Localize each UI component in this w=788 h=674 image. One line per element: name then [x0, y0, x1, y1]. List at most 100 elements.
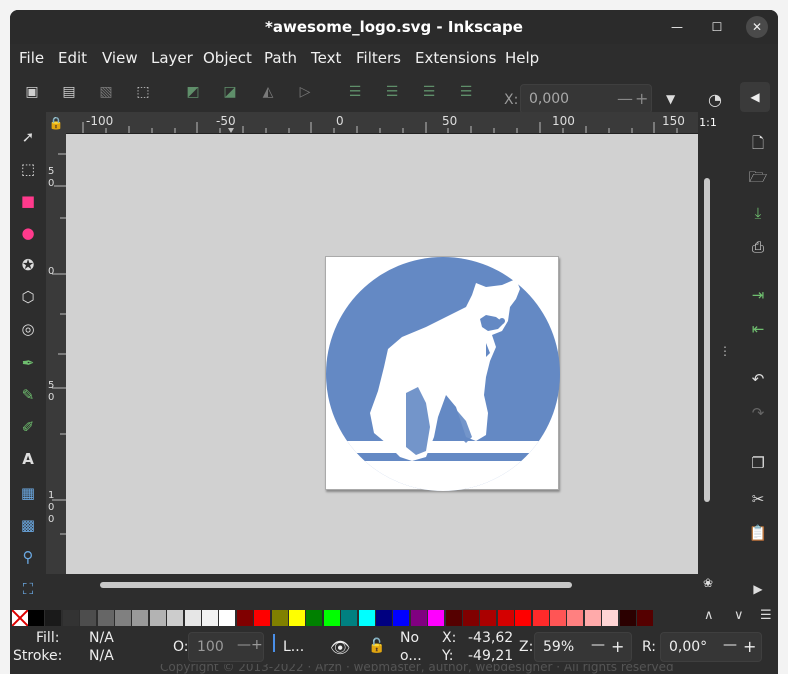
color-swatch[interactable] [219, 610, 236, 626]
vertical-scrollbar[interactable] [698, 134, 718, 574]
menu-object[interactable]: Object [203, 49, 252, 67]
node-tool-icon[interactable]: ⬚ [17, 158, 39, 180]
plus-icon[interactable]: + [251, 637, 263, 653]
color-swatch[interactable] [97, 610, 114, 626]
paste-icon[interactable]: 📋 [747, 522, 769, 544]
select-all-icon[interactable]: ▣ [22, 82, 42, 102]
menu-extensions[interactable]: Extensions [415, 49, 496, 67]
deselect-icon[interactable]: ▧ [96, 82, 116, 102]
cut-icon[interactable]: ✂ [747, 488, 769, 510]
print-icon[interactable]: ⎙ [747, 236, 769, 258]
close-button[interactable]: ✕ [746, 16, 768, 38]
color-swatch[interactable] [480, 610, 497, 626]
import-icon[interactable]: ⇥ [747, 284, 769, 306]
snap-panel-toggle-button[interactable]: ◀ [740, 82, 770, 112]
color-swatch[interactable] [62, 610, 79, 626]
plus-icon[interactable]: + [635, 89, 648, 108]
star-tool-icon[interactable]: ✪ [17, 254, 39, 276]
more-commands-icon[interactable]: ▶ [747, 578, 769, 600]
color-swatch[interactable] [28, 610, 44, 626]
snap-icon[interactable]: ◔ [708, 90, 722, 109]
color-swatch[interactable] [149, 610, 166, 626]
x-coordinate-field[interactable]: 0,000 — + [520, 84, 652, 114]
menu-file[interactable]: File [19, 49, 44, 67]
palette-scroll-up-icon[interactable]: ∧ [704, 608, 714, 623]
color-swatch[interactable] [289, 610, 305, 626]
gradient-tool-icon[interactable]: ▦ [17, 482, 39, 504]
copy-icon[interactable]: ❐ [747, 452, 769, 474]
color-swatch[interactable] [323, 610, 340, 626]
color-swatch[interactable] [306, 610, 323, 626]
export-icon[interactable]: ⇤ [747, 318, 769, 340]
pen-tool-icon[interactable]: ✒ [17, 352, 39, 374]
minus-icon[interactable]: — [723, 637, 737, 653]
palette-menu-icon[interactable]: ☰ [760, 608, 772, 623]
new-document-icon[interactable]: 🗋 [747, 132, 769, 154]
select-all-layers-icon[interactable]: ▤ [59, 82, 79, 102]
lower-to-bottom-icon[interactable]: ☰ [456, 82, 476, 102]
ellipse-tool-icon[interactable]: ● [17, 222, 39, 244]
rotate-cw-icon[interactable]: ◪ [220, 82, 240, 102]
color-swatch[interactable] [637, 610, 653, 626]
color-swatch[interactable] [602, 610, 619, 626]
open-icon[interactable]: 🗁 [747, 166, 769, 188]
flip-horizontal-icon[interactable]: ◭ [258, 82, 278, 102]
dropper-tool-icon[interactable]: ⚲ [17, 546, 39, 568]
color-swatch[interactable] [410, 610, 427, 626]
plus-icon[interactable]: + [743, 637, 756, 656]
color-swatch[interactable] [341, 610, 358, 626]
color-swatch[interactable] [584, 610, 601, 626]
pencil-tool-icon[interactable]: ✎ [17, 384, 39, 406]
panel-grip-icon[interactable]: ⋮ [718, 344, 732, 364]
mesh-tool-icon[interactable]: ▩ [17, 514, 39, 536]
eye-icon[interactable]: 👁 [330, 638, 350, 657]
menu-edit[interactable]: Edit [58, 49, 87, 67]
calligraphy-tool-icon[interactable]: ✐ [17, 416, 39, 438]
minus-icon[interactable]: — [591, 637, 605, 653]
color-management-icon[interactable]: ❀ [698, 576, 718, 596]
opacity-field[interactable]: 100 — + [188, 632, 264, 662]
save-icon[interactable]: ⤓ [747, 202, 769, 224]
color-swatch[interactable] [445, 610, 462, 626]
color-swatch[interactable] [497, 610, 514, 626]
minus-icon[interactable]: — [237, 637, 251, 653]
color-swatch[interactable] [376, 610, 392, 626]
color-swatch[interactable] [236, 610, 253, 626]
color-swatch[interactable] [167, 610, 184, 626]
color-swatch[interactable] [567, 610, 584, 626]
paint-bucket-tool-icon[interactable]: ⛶ [17, 578, 39, 600]
toolbar-overflow-icon[interactable]: ▼ [666, 92, 675, 106]
menu-text[interactable]: Text [311, 49, 341, 67]
touch-select-icon[interactable]: ⬚ [133, 82, 153, 102]
menu-filters[interactable]: Filters [356, 49, 401, 67]
awesome-logo[interactable] [326, 257, 560, 491]
menu-path[interactable]: Path [264, 49, 297, 67]
undo-icon[interactable]: ↶ [747, 368, 769, 390]
horizontal-scrollbar[interactable] [66, 574, 698, 594]
color-swatch[interactable] [463, 610, 479, 626]
color-swatch[interactable] [202, 610, 218, 626]
rotate-ccw-icon[interactable]: ◩ [183, 82, 203, 102]
lower-icon[interactable]: ☰ [419, 82, 439, 102]
plus-icon[interactable]: + [611, 637, 624, 656]
color-swatch[interactable] [254, 610, 271, 626]
drawing-canvas[interactable] [66, 134, 698, 574]
color-swatch[interactable] [115, 610, 131, 626]
menu-view[interactable]: View [102, 49, 138, 67]
fill-value[interactable]: N/A [89, 630, 114, 646]
color-swatch[interactable] [428, 610, 445, 626]
color-swatch[interactable] [550, 610, 566, 626]
color-swatch[interactable] [515, 610, 532, 626]
horizontal-scrollbar-thumb[interactable] [100, 582, 572, 588]
color-swatch[interactable] [393, 610, 410, 626]
color-swatch[interactable] [184, 610, 201, 626]
text-tool-icon[interactable]: A [17, 448, 39, 470]
layer-dropdown[interactable]: L... [283, 639, 304, 655]
no-paint-swatch[interactable] [12, 610, 28, 626]
menu-help[interactable]: Help [505, 49, 539, 67]
zoom-1-1-icon[interactable]: 1:1 [698, 112, 718, 134]
raise-icon[interactable]: ☰ [382, 82, 402, 102]
minimize-button[interactable]: — [666, 16, 688, 38]
color-swatch[interactable] [532, 610, 549, 626]
zoom-field[interactable]: 59% — + [534, 632, 632, 662]
